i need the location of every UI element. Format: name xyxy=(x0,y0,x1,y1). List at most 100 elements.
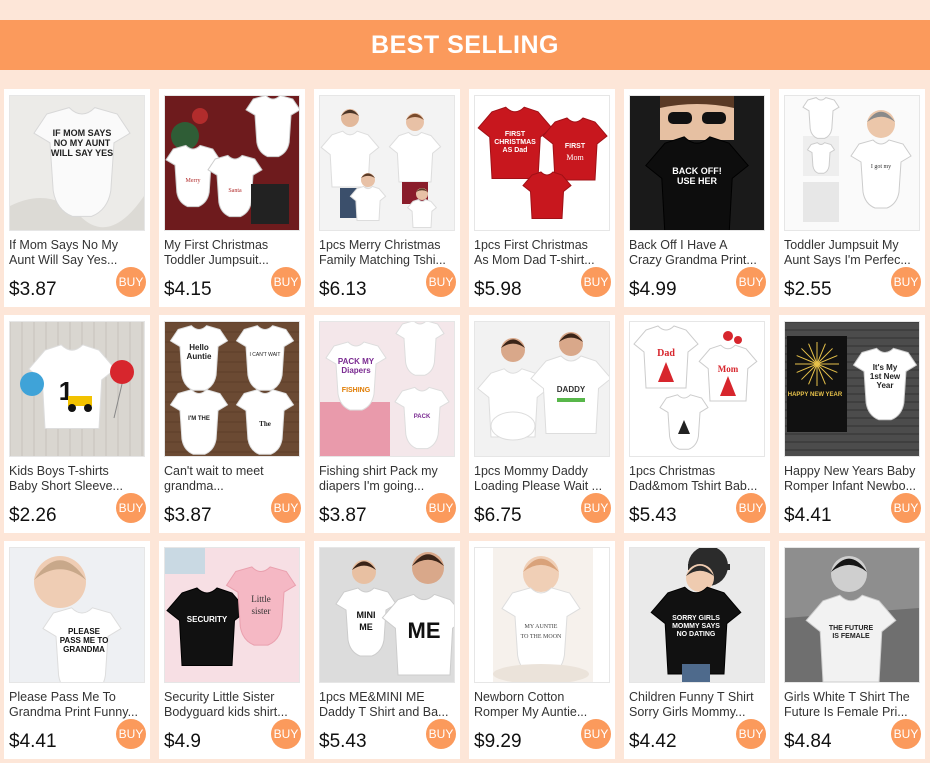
svg-text:TO THE MOON: TO THE MOON xyxy=(521,634,562,640)
product-card[interactable]: MY AUNTIE TO THE MOON Newborn Cotton Romper… xyxy=(469,541,615,759)
product-title-line-2: Dad&mom Tshirt Bab... xyxy=(629,479,758,493)
product-image[interactable]: 1 xyxy=(9,321,145,457)
product-image[interactable]: MINI ME ME xyxy=(319,547,455,683)
buy-button[interactable]: BUY xyxy=(426,267,456,297)
product-card[interactable]: MINI ME ME 1pcs ME&MINI ME Daddy T Shirt and… xyxy=(314,541,460,759)
product-title-line-2: Loading Please Wait ... xyxy=(474,479,603,493)
new-year-romper-image: HAPPY NEW YEAR It's My1st NewYear xyxy=(785,322,919,456)
buy-button[interactable]: BUY xyxy=(116,267,146,297)
buy-button[interactable]: BUY xyxy=(271,493,301,523)
product-image[interactable]: SECURITY Little sister xyxy=(164,547,300,683)
product-title[interactable]: Back Off I Have A Crazy Grandma Print... xyxy=(629,238,767,268)
product-card[interactable]: Dad Mom 1pcs Christmas Dad&mom Tshirt Bab..… xyxy=(624,315,770,533)
product-title[interactable]: Can't wait to meet grandma... xyxy=(164,464,302,494)
product-card[interactable]: SORRY GIRLS MOMMY SAYS NO DATING Children F… xyxy=(624,541,770,759)
newborn-romper-image: MY AUNTIE TO THE MOON xyxy=(475,548,609,682)
product-price: $4.15 xyxy=(164,279,212,300)
buy-button[interactable]: BUY xyxy=(271,719,301,749)
svg-text:USE HER: USE HER xyxy=(677,176,718,186)
product-image[interactable]: Dad Mom xyxy=(629,321,765,457)
svg-text:Hello: Hello xyxy=(189,343,209,352)
product-image[interactable]: PLEASE PASS ME TO GRANDMA xyxy=(9,547,145,683)
product-image[interactable]: SORRY GIRLS MOMMY SAYS NO DATING xyxy=(629,547,765,683)
product-price: $9.29 xyxy=(474,731,522,752)
svg-text:MINI: MINI xyxy=(357,610,376,620)
product-price: $3.87 xyxy=(319,505,367,526)
product-image[interactable]: BACK OFF! USE HER xyxy=(629,95,765,231)
product-image[interactable]: MY AUNTIE TO THE MOON xyxy=(474,547,610,683)
product-title[interactable]: Please Pass Me To Grandma Print Funny... xyxy=(9,690,147,720)
christmas-family-tees-image: Dad Mom xyxy=(630,322,764,456)
buy-button[interactable]: BUY xyxy=(581,493,611,523)
product-card[interactable]: FIRST CHRISTMAS AS Dad FIRST Mom 1pcs First C… xyxy=(469,89,615,307)
buy-button[interactable]: BUY xyxy=(581,267,611,297)
product-card[interactable]: 1pcs Merry Christmas Family Matching Tshi… xyxy=(314,89,460,307)
product-title-line-2: Romper Infant Newbo... xyxy=(784,479,917,493)
product-title[interactable]: Security Little Sister Bodyguard kids shi… xyxy=(164,690,302,720)
product-card[interactable]: DADDY 1pcs Mommy Daddy Loading Please Wait… xyxy=(469,315,615,533)
buy-button[interactable]: BUY xyxy=(426,493,456,523)
product-title[interactable]: 1pcs Merry Christmas Family Matching Tshi… xyxy=(319,238,457,268)
product-title[interactable]: Children Funny T Shirt Sorry Girls Mommy.… xyxy=(629,690,767,720)
product-title[interactable]: 1pcs First Christmas As Mom Dad T-shirt..… xyxy=(474,238,612,268)
svg-text:I'M THE: I'M THE xyxy=(188,416,210,422)
product-title-line-2: Sorry Girls Mommy... xyxy=(629,705,746,719)
buy-button[interactable]: BUY xyxy=(116,493,146,523)
product-card[interactable]: THE FUTURE IS FEMALE Girls White T Shirt T… xyxy=(779,541,925,759)
buy-button[interactable]: BUY xyxy=(891,719,921,749)
svg-text:CHRISTMAS: CHRISTMAS xyxy=(494,139,536,146)
svg-text:Auntie: Auntie xyxy=(187,352,212,361)
product-image[interactable]: HAPPY NEW YEAR It's My 1st New Year xyxy=(784,321,920,457)
product-title[interactable]: Girls White T Shirt The Future Is Female … xyxy=(784,690,922,720)
product-card[interactable]: I got my Toddler Jumpsuit My Aunt Says I'm… xyxy=(779,89,925,307)
product-title-line-2: Grandma Print Funny... xyxy=(9,705,138,719)
product-image[interactable]: Merry Santa xyxy=(164,95,300,231)
buy-button[interactable]: BUY xyxy=(736,719,766,749)
product-card[interactable]: IF MOM SAYS NO MY AUNT WILL SAY YES If Mom … xyxy=(4,89,150,307)
svg-text:PACK MY: PACK MY xyxy=(338,357,375,366)
product-image[interactable]: PACK MY Diapers FISHING PACK xyxy=(319,321,455,457)
buy-button[interactable]: BUY xyxy=(736,267,766,297)
product-title-line-2: As Mom Dad T-shirt... xyxy=(474,253,595,267)
product-title[interactable]: 1pcs Mommy Daddy Loading Please Wait ... xyxy=(474,464,612,494)
product-price: $2.55 xyxy=(784,279,832,300)
product-image[interactable]: Hello Auntie I CAN'T WAIT I'M THE The xyxy=(164,321,300,457)
buy-button[interactable]: BUY xyxy=(581,719,611,749)
product-title[interactable]: Toddler Jumpsuit My Aunt Says I'm Perfec.… xyxy=(784,238,922,268)
product-image[interactable]: DADDY xyxy=(474,321,610,457)
product-title[interactable]: Happy New Years Baby Romper Infant Newbo.… xyxy=(784,464,922,494)
product-card[interactable]: PACK MY Diapers FISHING PACK Fishing shirt P… xyxy=(314,315,460,533)
buy-button[interactable]: BUY xyxy=(891,493,921,523)
buy-button[interactable]: BUY xyxy=(116,719,146,749)
product-title-line-2: Toddler Jumpsuit... xyxy=(164,253,269,267)
product-title-line-2: Baby Short Sleeve... xyxy=(9,479,123,493)
product-image[interactable]: FIRST CHRISTMAS AS Dad FIRST Mom xyxy=(474,95,610,231)
svg-text:BACK OFF!: BACK OFF! xyxy=(672,166,722,176)
product-title[interactable]: 1pcs Christmas Dad&mom Tshirt Bab... xyxy=(629,464,767,494)
product-card[interactable]: SECURITY Little sister Security Little Sist… xyxy=(159,541,305,759)
buy-button[interactable]: BUY xyxy=(271,267,301,297)
product-card[interactable]: PLEASE PASS ME TO GRANDMA Please Pass Me To… xyxy=(4,541,150,759)
product-image[interactable]: IF MOM SAYS NO MY AUNT WILL SAY YES xyxy=(9,95,145,231)
product-card[interactable]: HAPPY NEW YEAR It's My 1st New Year Happy Ne… xyxy=(779,315,925,533)
buy-button[interactable]: BUY xyxy=(736,493,766,523)
product-title[interactable]: Fishing shirt Pack my diapers I'm going..… xyxy=(319,464,457,494)
svg-text:Mom: Mom xyxy=(566,153,584,162)
product-card[interactable]: Hello Auntie I CAN'T WAIT I'M THE The Can't w… xyxy=(159,315,305,533)
product-title[interactable]: If Mom Says No My Aunt Will Say Yes... xyxy=(9,238,147,268)
product-title[interactable]: Kids Boys T-shirts Baby Short Sleeve... xyxy=(9,464,147,494)
product-title[interactable]: 1pcs ME&MINI ME Daddy T Shirt and Ba... xyxy=(319,690,457,720)
product-image[interactable]: THE FUTURE IS FEMALE xyxy=(784,547,920,683)
product-image[interactable]: I got my xyxy=(784,95,920,231)
product-title-line-2: Daddy T Shirt and Ba... xyxy=(319,705,449,719)
product-card[interactable]: 1 Kids Boys T-shirts Baby Short Sleeve... $… xyxy=(4,315,150,533)
product-card[interactable]: BACK OFF! USE HER Back Off I Have A Crazy G… xyxy=(624,89,770,307)
svg-text:I CAN'T WAIT: I CAN'T WAIT xyxy=(250,352,281,358)
product-card[interactable]: Merry Santa My First Christmas Toddler Jump… xyxy=(159,89,305,307)
product-image[interactable] xyxy=(319,95,455,231)
product-title-line-1: Please Pass Me To xyxy=(9,690,116,704)
buy-button[interactable]: BUY xyxy=(426,719,456,749)
product-title[interactable]: Newborn Cotton Romper My Auntie... xyxy=(474,690,612,720)
product-title[interactable]: My First Christmas Toddler Jumpsuit... xyxy=(164,238,302,268)
buy-button[interactable]: BUY xyxy=(891,267,921,297)
